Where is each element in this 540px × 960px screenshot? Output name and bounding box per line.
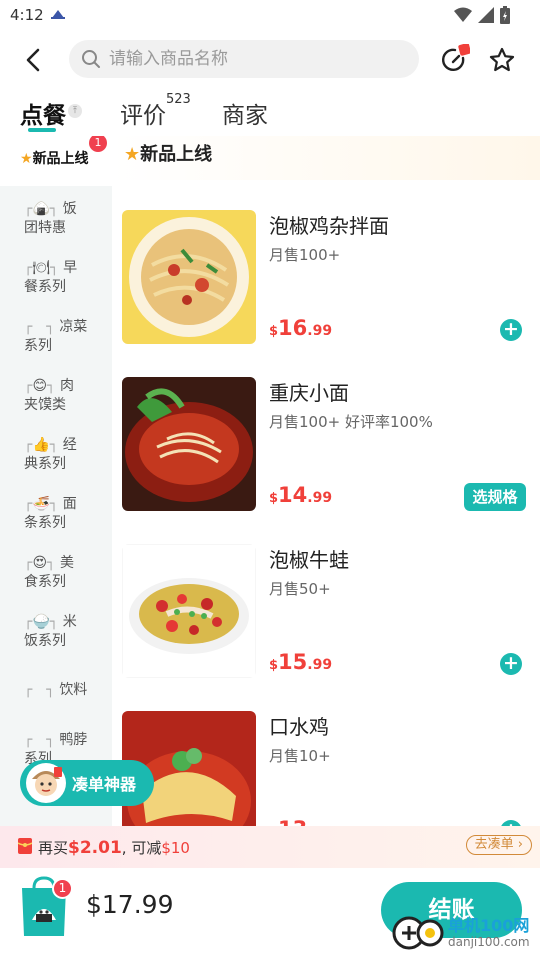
product-name: 泡椒牛蛙: [269, 548, 349, 572]
product-card[interactable]: 口水鸡 月售10+ $13 +: [122, 711, 526, 826]
product-name: 泡椒鸡杂拌面: [269, 214, 389, 238]
sidebar-item-breakfast[interactable]: ┌🍽┐ 早餐系列: [24, 259, 102, 297]
product-card[interactable]: 泡椒牛蛙 月售50+ $15.99 +: [122, 544, 526, 678]
product-name: 重庆小面: [269, 381, 349, 405]
product-price: $15.99: [269, 650, 333, 674]
promo-bar: 再买$2.01, 可减$10 去凑单 ›: [0, 826, 540, 868]
notification-icon: [51, 10, 65, 19]
watermark-domain: danji100.com: [448, 935, 530, 949]
combo-order-button[interactable]: 凑单神器: [20, 760, 154, 806]
star-icon: ★: [20, 151, 33, 167]
system-icons: [454, 6, 510, 24]
red-packet-icon: [18, 838, 32, 854]
search-input[interactable]: [109, 49, 389, 69]
star-favorite-icon[interactable]: [486, 44, 518, 76]
thumbs-up-icon: 👍: [32, 437, 50, 453]
category-sidebar: ★新品上线 1 ┌🍙┐ 饭团特惠 ┌🍽┐ 早餐系列 ┌ ┐ 凉菜 系列 ┌😊┐ 肉…: [0, 136, 112, 826]
smile-icon: 😊: [32, 378, 48, 394]
add-to-cart-button[interactable]: +: [500, 319, 522, 341]
rice-ball-icon: 🍙: [32, 201, 50, 217]
product-sales: 月售100+: [269, 246, 341, 264]
product-price: $14.99: [269, 483, 333, 507]
product-price: $13: [269, 817, 307, 826]
product-card[interactable]: 重庆小面 月售100+ 好评率100% $14.99 选规格: [122, 377, 526, 511]
product-name: 口水鸡: [269, 715, 329, 739]
status-bar: 4:12: [0, 0, 540, 32]
product-image[interactable]: [122, 377, 256, 511]
section-header: ★新品上线: [112, 136, 540, 180]
watermark-brand: 单机100网: [448, 916, 530, 935]
pin-top-icon[interactable]: ⤒: [68, 104, 82, 118]
sidebar-item-rice-ball[interactable]: ┌🍙┐ 饭团特惠: [24, 200, 102, 238]
signal-icon: [478, 7, 494, 23]
product-price: $16.99: [269, 316, 333, 340]
section-title: 新品上线: [140, 144, 213, 165]
tab-order[interactable]: 点餐: [20, 96, 66, 130]
select-spec-button[interactable]: 选规格: [464, 483, 526, 511]
share-red-packet-icon[interactable]: [438, 44, 470, 76]
product-image[interactable]: [122, 544, 256, 678]
plate-icon: 🍽: [32, 260, 51, 276]
tab-bar: 点餐 ⤒ 评价523 商家: [0, 88, 540, 136]
watermark: 单机100网 danji100.com: [392, 916, 530, 950]
rice-bowl-icon: 🍚: [32, 614, 50, 630]
cart-bar: 1 $17.99 结账 单机100网 danji100.com: [0, 868, 540, 960]
top-bar: [0, 36, 540, 84]
sidebar-item-rice[interactable]: ┌🍚┐ 米饭系列: [24, 613, 102, 651]
battery-icon: [500, 6, 510, 24]
sidebar-item-drinks[interactable]: ┌ ┐ 饮料: [24, 681, 102, 700]
tab-reviews[interactable]: 评价523: [120, 92, 191, 130]
watermark-logo-icon: [392, 916, 444, 950]
search-icon: [82, 50, 100, 68]
back-arrow-icon[interactable]: [20, 46, 48, 74]
sidebar-item-cold-dish[interactable]: ┌ ┐ 凉菜 系列: [24, 318, 102, 356]
promo-text: 再买$2.01, 可减$10: [38, 838, 190, 858]
tab-active-indicator: [28, 128, 56, 132]
sidebar-item-gourmet[interactable]: ┌😍┐ 美食系列: [24, 554, 102, 592]
mascot-icon: [26, 763, 66, 803]
product-sales: 月售100+ 好评率100%: [269, 413, 433, 431]
star-icon: ★: [124, 144, 141, 165]
go-combo-link[interactable]: 去凑单 ›: [465, 835, 532, 855]
status-time: 4:12: [10, 6, 44, 24]
sidebar-item-classic[interactable]: ┌👍┐ 经典系列: [24, 436, 102, 474]
sidebar-badge: 1: [89, 136, 107, 152]
combo-order-label: 凑单神器: [72, 775, 137, 794]
product-sales: 月售10+: [269, 747, 331, 765]
review-count: 523: [166, 92, 191, 107]
search-bar[interactable]: [69, 40, 419, 78]
tab-merchant[interactable]: 商家: [222, 96, 268, 130]
noodle-bowl-icon: 🍜: [32, 496, 50, 512]
product-sales: 月售50+: [269, 580, 331, 598]
heart-eyes-icon: 😍: [32, 555, 48, 571]
sidebar-item-noodles[interactable]: ┌🍜┐ 面条系列: [24, 495, 102, 533]
sidebar-item-new[interactable]: ★新品上线 1: [0, 136, 112, 186]
sidebar-item-roujiamo[interactable]: ┌😊┐ 肉夹馍类: [24, 377, 102, 415]
cart-total: $17.99: [86, 890, 174, 919]
wifi-icon: [454, 7, 472, 22]
product-card[interactable]: 泡椒鸡杂拌面 月售100+ $16.99 +: [122, 210, 526, 344]
product-image[interactable]: [122, 210, 256, 344]
cart-count-badge: 1: [52, 878, 73, 899]
add-to-cart-button[interactable]: +: [500, 653, 522, 675]
